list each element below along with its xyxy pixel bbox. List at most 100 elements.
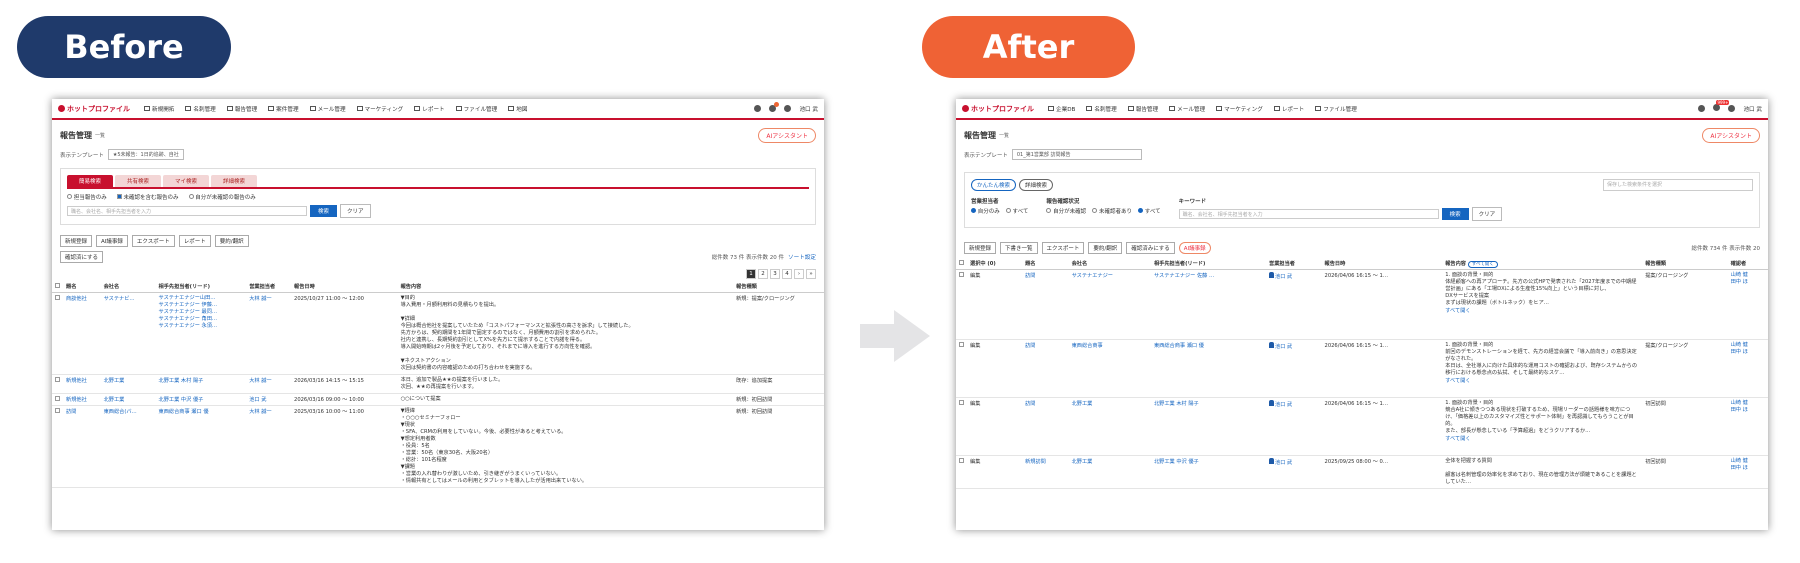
radio-option[interactable]: すべて — [1005, 207, 1028, 215]
nav-item[interactable]: 報告管理 — [1127, 105, 1158, 113]
edit-button[interactable]: 編集 — [967, 455, 1023, 490]
ai-minutes-button[interactable]: AI議事録 — [1178, 242, 1211, 254]
page-button[interactable]: » — [806, 269, 816, 279]
new-button[interactable]: 新規登録 — [964, 242, 997, 254]
tab-detail[interactable]: 詳細検索 — [211, 175, 258, 187]
column-header[interactable]: 報告種類 — [733, 281, 824, 293]
nav-item[interactable]: 企業DB — [1048, 105, 1075, 113]
checkbox-option[interactable]: 未確認を含む報告のみ — [116, 193, 179, 201]
column-header[interactable]: 報告日時 — [291, 281, 398, 293]
row-checkbox[interactable] — [55, 396, 60, 402]
summarize-button[interactable]: 要約/翻訳 — [1088, 242, 1123, 254]
export-button[interactable]: エクスポート — [1041, 242, 1085, 254]
expand-link[interactable]: すべて開く — [1445, 378, 1470, 384]
tab-my[interactable]: マイ検索 — [163, 175, 210, 187]
nav-item[interactable]: 地図 — [508, 105, 527, 113]
nav-item[interactable]: メール管理 — [1169, 105, 1205, 113]
page-button[interactable]: 4 — [782, 269, 792, 279]
row-checkbox[interactable] — [959, 458, 964, 463]
tab-detail-search[interactable]: 詳細検索 — [1019, 179, 1054, 191]
edit-button[interactable]: 編集 — [967, 269, 1023, 340]
nav-item[interactable]: レポート — [1273, 105, 1304, 113]
row-checkbox[interactable] — [55, 408, 60, 414]
page-button[interactable]: 1 — [746, 269, 756, 279]
column-header[interactable]: 営業担当者 — [246, 281, 292, 293]
select-all-checkbox[interactable] — [959, 260, 964, 265]
radio-option[interactable]: 未確認者あり — [1092, 207, 1132, 215]
bell-icon[interactable]: 999+ — [1713, 100, 1730, 113]
tab-shared[interactable]: 共有検索 — [115, 175, 162, 187]
column-header[interactable]: 題名 — [1022, 258, 1069, 270]
radio-option[interactable]: 担当報告のみ — [67, 193, 107, 201]
column-header[interactable]: 確認者 — [1727, 258, 1768, 270]
drafts-button[interactable]: 下書き一覧 — [1000, 242, 1038, 254]
nav-item[interactable]: メール管理 — [309, 105, 346, 113]
radio-option[interactable]: 自分が未確認 — [1046, 207, 1086, 215]
saved-search-select[interactable]: 保存した検索条件を選択 — [1603, 179, 1753, 191]
nav-item[interactable]: ファイル管理 — [455, 105, 497, 113]
template-select[interactable]: 01_第1営業部 訪問報告 — [1011, 149, 1142, 160]
new-button[interactable]: 新規登録 — [60, 235, 93, 247]
column-header[interactable]: 営業担当者 — [1266, 258, 1322, 270]
help-icon[interactable] — [754, 105, 762, 112]
row-checkbox[interactable] — [959, 342, 964, 347]
column-header[interactable]: 相手先担当者(リード) — [1150, 258, 1267, 270]
row-checkbox[interactable] — [55, 295, 60, 300]
column-header[interactable]: 報告日時 — [1321, 258, 1443, 270]
nav-item[interactable]: 新規開拓 — [144, 105, 174, 113]
expand-all-button[interactable]: すべて開く — [1467, 261, 1498, 268]
nav-item[interactable]: 名刺管理 — [1086, 105, 1117, 113]
user-menu[interactable]: 池口 武 — [1743, 105, 1762, 113]
page-button[interactable]: 3 — [770, 269, 780, 279]
ai-minutes-button[interactable]: AI議事録 — [96, 235, 128, 247]
row-checkbox[interactable] — [959, 400, 964, 405]
column-header[interactable]: 報告内容 — [397, 281, 734, 293]
row-checkbox[interactable] — [55, 377, 60, 383]
gear-icon[interactable] — [784, 105, 792, 112]
row-checkbox[interactable] — [959, 272, 964, 277]
expand-link[interactable]: すべて開く — [1445, 308, 1470, 314]
gear-icon[interactable] — [1728, 105, 1736, 112]
user-menu[interactable]: 池口 武 — [799, 105, 818, 113]
nav-item[interactable]: 報告管理 — [226, 105, 257, 113]
ai-assistant-button[interactable]: AIアシスタント — [758, 128, 816, 143]
nav-item[interactable]: レポート — [414, 105, 445, 113]
confirm-button[interactable]: 確認済にする — [60, 251, 104, 263]
app-logo[interactable]: ホットプロファイル — [962, 104, 1034, 114]
column-header[interactable]: 題名 — [63, 281, 101, 293]
column-header[interactable]: 会社名 — [1068, 258, 1151, 270]
ai-assistant-button[interactable]: AIアシスタント — [1702, 128, 1760, 143]
export-button[interactable]: エクスポート — [131, 235, 175, 247]
search-button[interactable]: 検索 — [1441, 208, 1469, 220]
report-button[interactable]: レポート — [178, 235, 211, 247]
column-header[interactable]: 会社名 — [100, 281, 156, 293]
column-header[interactable]: 報告種類 — [1642, 258, 1728, 270]
page-button[interactable]: 2 — [758, 269, 768, 279]
summarize-button[interactable]: 要約/翻訳 — [214, 235, 249, 247]
edit-button[interactable]: 編集 — [967, 339, 1023, 398]
nav-item[interactable]: 名刺管理 — [185, 105, 216, 113]
search-input[interactable]: 職名、会社名、相手先担当者を入力 — [67, 206, 307, 216]
template-select[interactable]: ★5未報告：1日的追跡、自社 — [107, 149, 184, 160]
tab-simple[interactable]: 簡易検索 — [67, 175, 114, 187]
confirm-button[interactable]: 確認済みにする — [1126, 242, 1175, 254]
clear-button[interactable]: クリア — [1471, 207, 1503, 221]
nav-item[interactable]: ファイル管理 — [1315, 105, 1357, 113]
sort-setting-link[interactable]: ソート設定 — [788, 253, 816, 261]
search-button[interactable]: 検索 — [310, 205, 338, 217]
column-header[interactable]: 相手先担当者(リード) — [155, 281, 247, 293]
bell-icon[interactable] — [769, 102, 780, 112]
expand-link[interactable]: すべて開く — [1445, 436, 1470, 442]
edit-button[interactable]: 編集 — [967, 397, 1023, 456]
help-icon[interactable] — [1698, 105, 1706, 112]
clear-button[interactable]: クリア — [340, 204, 371, 218]
keyword-input[interactable]: 職名、会社名、相手先担当者を入力 — [1178, 209, 1439, 219]
radio-option[interactable]: 自分が未確認の報告のみ — [188, 193, 256, 201]
page-button[interactable]: › — [794, 269, 804, 279]
radio-option[interactable]: すべて — [1137, 207, 1161, 215]
nav-item[interactable]: マーケティング — [356, 105, 403, 113]
tab-simple-search[interactable]: かんたん検索 — [971, 179, 1017, 191]
app-logo[interactable]: ホットプロファイル — [58, 104, 130, 114]
nav-item[interactable]: マーケティング — [1216, 105, 1263, 113]
nav-item[interactable]: 案件管理 — [268, 105, 299, 113]
